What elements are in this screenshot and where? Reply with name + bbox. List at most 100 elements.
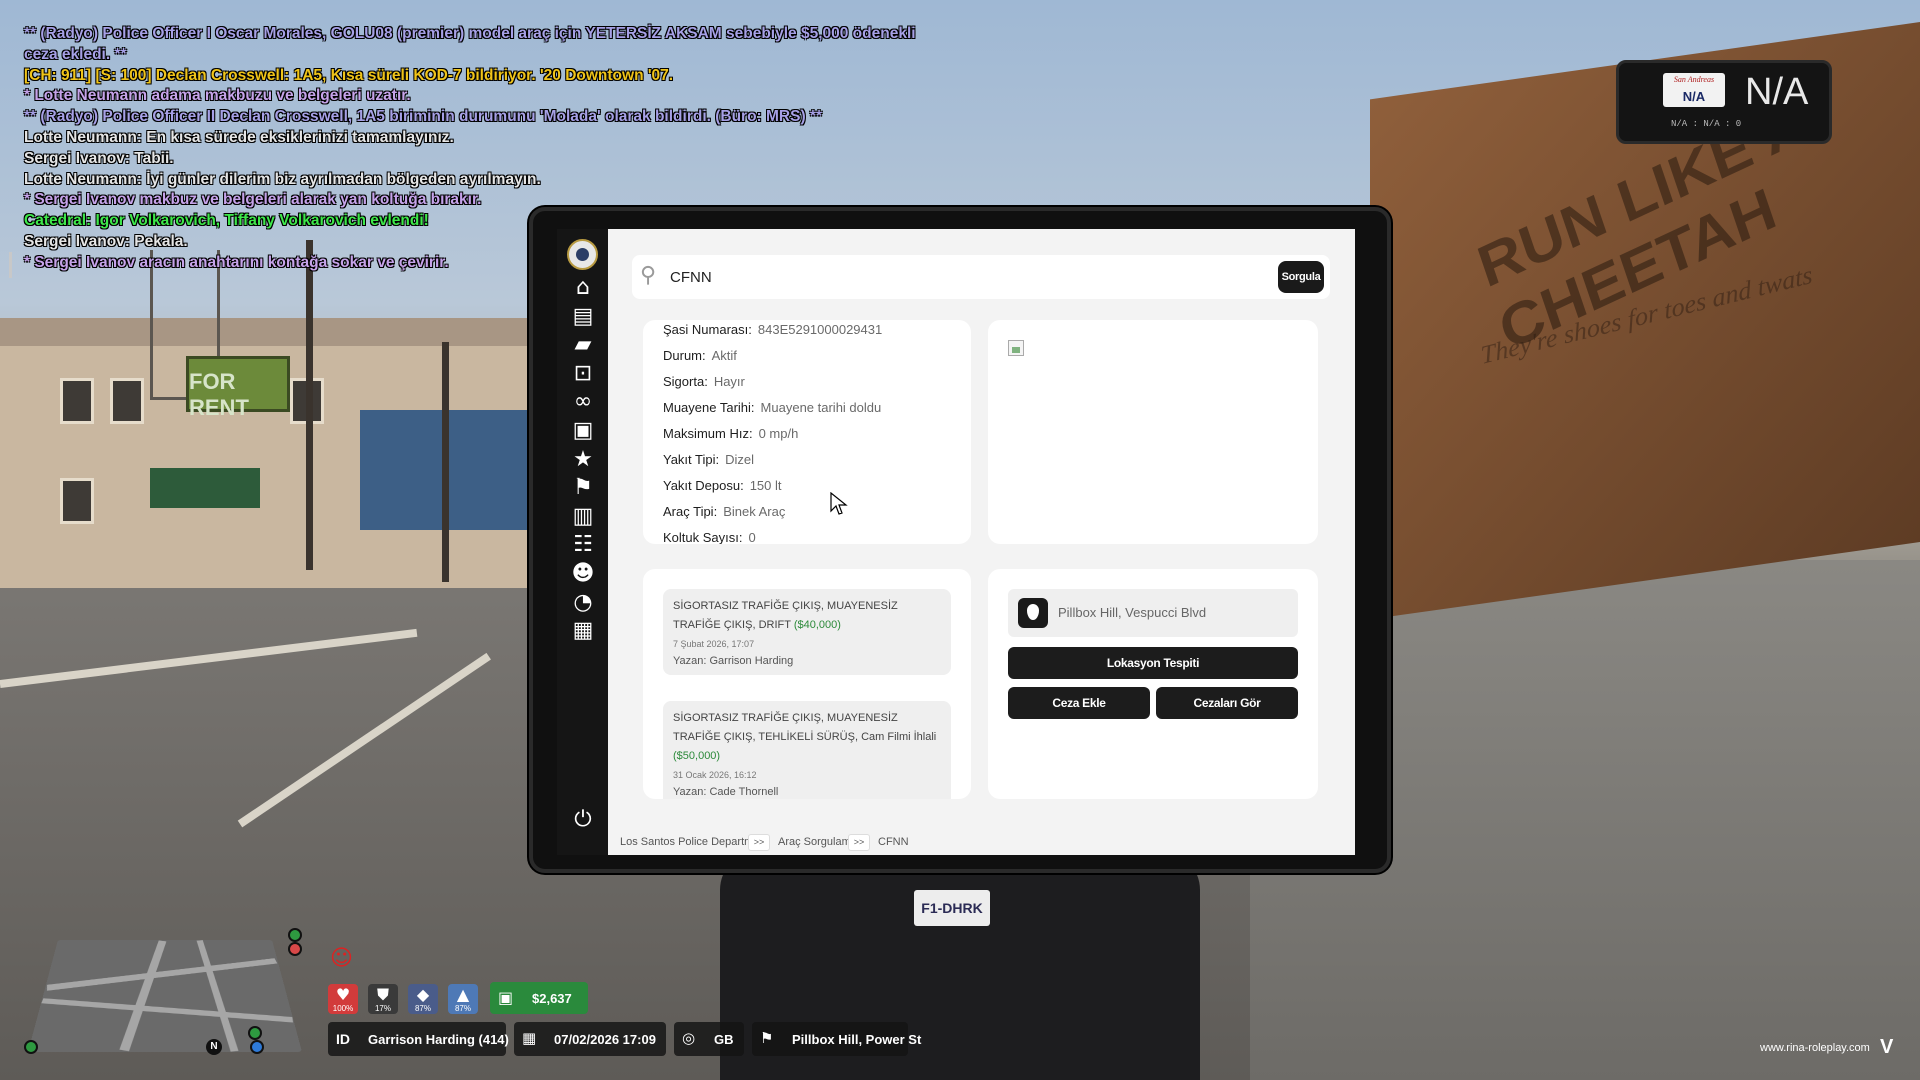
map-blip — [24, 1040, 38, 1054]
info-value: 0 — [748, 530, 756, 544]
vehicle-info-row: Durum: Aktif — [663, 348, 737, 363]
plate-reader-value: N/A — [1745, 71, 1809, 113]
awning — [150, 468, 260, 508]
vehicle-info-row: Maksimum Hız: 0 mp/h — [663, 426, 798, 441]
fine-date: 31 Ocak 2026, 16:12 — [673, 770, 757, 780]
heart-icon: ♥ 100% — [328, 984, 358, 1014]
home-icon[interactable]: ⌂ — [570, 275, 596, 301]
stat-value: 87% — [454, 1004, 471, 1013]
archive-icon[interactable]: ▦ — [570, 618, 596, 644]
chat-line: Sergei Ivanov: Tabii. — [24, 149, 174, 167]
breadcrumb: Los Santos Police Department >> Araç Sor… — [608, 831, 1355, 855]
document-icon[interactable]: ▤ — [570, 304, 596, 330]
info-label: Durum: — [663, 348, 706, 363]
add-fine-button[interactable]: Ceza Ekle — [1008, 687, 1150, 719]
id-label: ID — [336, 1031, 350, 1047]
stat-glyph: ⛊ — [376, 985, 389, 1004]
fine-amount: ($50,000) — [673, 750, 721, 762]
vehicle-info-card: Şasi Numarası: 843E5291000029431 Durum: Akt… — [643, 320, 971, 544]
money-display: ▣ $2,637 — [490, 982, 588, 1014]
plate-reader-hud: San Andreas N/A N/A N/A : N/A : 0 — [1616, 60, 1832, 144]
water-icon: ▲ 87% — [448, 984, 478, 1014]
view-fines-button[interactable]: Cezaları Gör — [1156, 687, 1298, 719]
compass-icon: ◎ — [682, 1029, 696, 1047]
info-value: 150 lt — [749, 478, 782, 493]
info-value: Aktif — [711, 348, 737, 363]
compass-direction: GB — [714, 1032, 734, 1047]
stat-value: 87% — [414, 1004, 431, 1013]
minimap-north-marker: N — [206, 1039, 222, 1055]
window — [60, 378, 94, 424]
lock-icon[interactable]: ⊡ — [570, 361, 596, 387]
rent-sign: FOR RENT — [186, 356, 290, 420]
player-name: Garrison Harding (414) — [368, 1032, 509, 1047]
road-marking — [0, 628, 418, 688]
broken-image-icon — [1008, 340, 1024, 356]
utility-pole — [442, 342, 449, 582]
plate-state: San Andreas — [1673, 75, 1715, 84]
chat-line: ** (Radyo) Police Officer I Oscar Morale… — [24, 25, 916, 42]
vehicle-info-row: Araç Tipi: Binek Araç — [663, 504, 785, 519]
location-detect-button[interactable]: Lokasyon Tespiti — [1008, 647, 1298, 679]
vehicle-image-card — [988, 320, 1318, 544]
fine-author: Yazan: Cade Thornell — [673, 786, 779, 798]
datetime-text: 07/02/2026 17:09 — [554, 1032, 656, 1047]
window — [110, 378, 144, 424]
user-icon[interactable]: ☻ — [570, 561, 596, 587]
binoculars-icon[interactable]: ∞ — [570, 389, 596, 415]
vehicle-info-row: Koltuk Sayısı: 0 — [663, 530, 756, 544]
chat-line: Lotte Neumann: İyi günler dilerim biz ay… — [24, 170, 541, 188]
power-icon[interactable]: ⏻ — [570, 807, 596, 833]
vehicle-info-row: Yakıt Deposu: 150 lt — [663, 478, 782, 493]
location-box: ⚑ Pillbox Hill, Power St — [752, 1022, 921, 1056]
flag-icon[interactable]: ⚑ — [570, 475, 596, 501]
vehicle-info-row: Muayene Tarihi: Muayene tarihi doldu — [663, 400, 881, 415]
speedometer-icon[interactable]: ◔ — [570, 590, 596, 616]
folder-open-icon[interactable]: ▰ — [570, 332, 596, 358]
breadcrumb-section[interactable]: Araç Sorgulama — [778, 836, 857, 848]
fine-item[interactable]: SİGORTASIZ TRAFİĞE ÇIKIŞ, MUAYENESİZ TRA… — [663, 701, 951, 799]
fine-title: SİGORTASIZ TRAFİĞE ÇIKIŞ, MUAYENESİZ TRA… — [673, 709, 941, 766]
map-blip — [250, 1040, 264, 1054]
utility-pole — [306, 240, 313, 570]
info-label: Maksimum Hız: — [663, 426, 753, 441]
briefcase-icon[interactable]: ▣ — [570, 418, 596, 444]
fine-reasons: SİGORTASIZ TRAFİĞE ÇIKIŞ, MUAYENESİZ TRA… — [673, 600, 898, 631]
rent-sign-text: FOR RENT — [189, 369, 249, 420]
chat-line: ceza ekledi. ** — [24, 45, 127, 63]
star-icon[interactable]: ★ — [570, 447, 596, 473]
stat-glyph: ◆ — [416, 985, 430, 1004]
info-label: Muayene Tarihi: — [663, 400, 755, 415]
clipboard-icon[interactable]: ▥ — [570, 504, 596, 530]
search-input[interactable] — [670, 265, 1230, 289]
users-icon[interactable]: ☷ — [570, 532, 596, 558]
breadcrumb-root[interactable]: Los Santos Police Department — [620, 836, 769, 848]
mouse-cursor — [830, 491, 848, 521]
fine-item[interactable]: SİGORTASIZ TRAFİĞE ÇIKIŞ, MUAYENESİZ TRA… — [663, 589, 951, 675]
road-marking — [237, 652, 491, 828]
chat-scrollbar[interactable] — [9, 252, 12, 278]
map-blip — [288, 942, 302, 956]
window — [60, 478, 94, 524]
player-status-icon: ☺ — [330, 946, 353, 971]
stat-value: 100% — [332, 1004, 354, 1013]
search-icon: ⚲ — [640, 263, 657, 288]
chat-line: [CH: 911] [S: 100] Declan Crosswell: 1A5… — [24, 66, 674, 84]
plate-text: N/A — [1682, 89, 1706, 104]
info-label: Yakıt Tipi: — [663, 452, 720, 467]
info-value: Binek Araç — [723, 504, 786, 519]
plate-reader-details: N/A : N/A : 0 — [1671, 119, 1742, 129]
breadcrumb-separator: >> — [748, 834, 770, 851]
info-label: Yakıt Deposu: — [663, 478, 744, 493]
location-icon: ⚑ — [760, 1029, 774, 1047]
location-pin-icon — [1018, 598, 1048, 628]
license-plate: San Andreas N/A — [1663, 73, 1725, 107]
location-field: Pillbox Hill, Vespucci Blvd — [1008, 589, 1298, 637]
armor-icon: ⛊ 17% — [368, 984, 398, 1014]
query-button[interactable]: Sorgula — [1278, 261, 1324, 293]
money-value: $2,637 — [532, 991, 572, 1006]
fine-title: SİGORTASIZ TRAFİĞE ÇIKIŞ, MUAYENESİZ TRA… — [673, 597, 941, 635]
wallet-icon: ▣ — [498, 988, 514, 1007]
breadcrumb-current: CFNN — [878, 836, 909, 848]
building-roof — [0, 318, 540, 346]
